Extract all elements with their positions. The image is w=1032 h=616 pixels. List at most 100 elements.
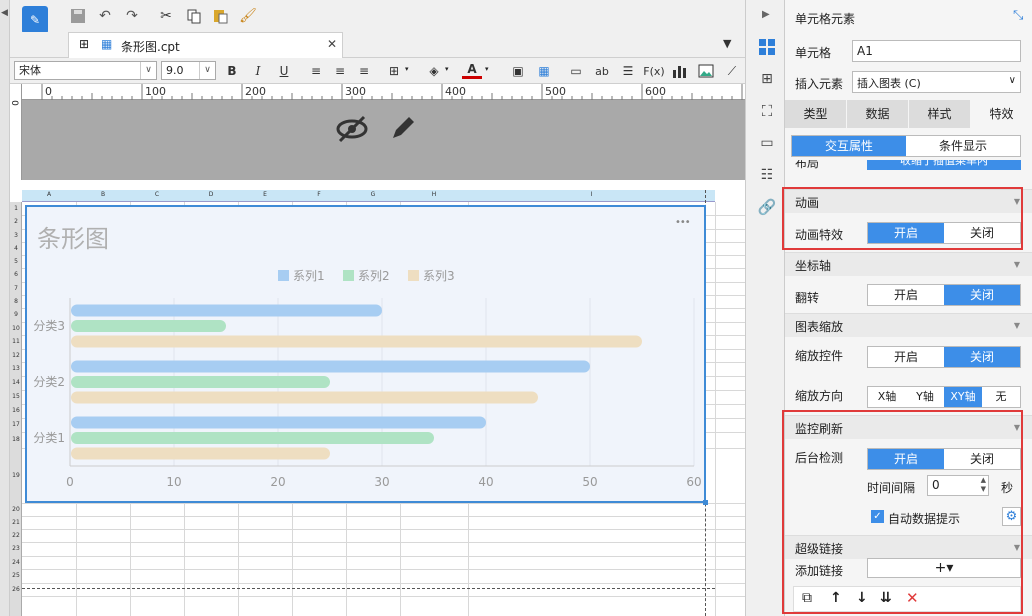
row-label[interactable]: 19 xyxy=(10,472,22,479)
column-label[interactable]: C xyxy=(130,191,184,198)
style-icon[interactable]: ☷ xyxy=(756,164,778,186)
zoom-dir-x[interactable]: X轴 xyxy=(868,387,906,407)
row-label[interactable]: 22 xyxy=(10,532,22,539)
fill-color-icon[interactable]: ◈ xyxy=(424,61,444,81)
row-label[interactable]: 9 xyxy=(10,311,22,318)
column-label[interactable]: E xyxy=(238,191,292,198)
layout-option[interactable]: 收缩于插值菜单内 xyxy=(867,160,1021,170)
underline-icon[interactable]: U xyxy=(274,61,294,81)
row-label[interactable]: 14 xyxy=(10,379,22,386)
column-label[interactable]: B xyxy=(76,191,130,198)
bar-chart[interactable]: 条形图 ••• 系列1 系列2 系列3 0 10 20 30 40 50 60 分类1 分类2 分类3 xyxy=(25,205,706,503)
row-label[interactable]: 20 xyxy=(10,506,22,513)
tab-data[interactable]: 数据 xyxy=(847,100,909,128)
row-label[interactable]: 17 xyxy=(10,421,22,428)
zoom-off-button[interactable]: 关闭 xyxy=(944,347,1020,367)
subtab-interaction[interactable]: 交互属性 xyxy=(792,136,906,156)
insert-row-icon[interactable]: ▭ xyxy=(566,61,586,81)
tab-type[interactable]: 类型 xyxy=(785,100,847,128)
row-label[interactable]: 8 xyxy=(10,298,22,305)
copy-icon[interactable] xyxy=(184,6,204,26)
frame-icon[interactable]: ⛶ xyxy=(756,100,778,122)
slash-icon[interactable]: ⟋ xyxy=(722,61,742,81)
chart-icon[interactable] xyxy=(670,61,690,81)
row-label[interactable]: 6 xyxy=(10,271,22,278)
font-name-select[interactable]: 宋体 ∨ xyxy=(14,61,157,80)
cut-icon[interactable]: ✂ xyxy=(156,6,176,26)
zoom-on-button[interactable]: 开启 xyxy=(868,347,944,367)
row-label[interactable]: 11 xyxy=(10,338,22,345)
fill-dropdown-icon[interactable]: ▾ xyxy=(445,65,449,73)
column-label[interactable]: D xyxy=(184,191,238,198)
save-icon[interactable] xyxy=(68,6,88,26)
section-axis[interactable]: 坐标轴 ▼ xyxy=(785,252,1032,276)
italic-icon[interactable]: I xyxy=(248,61,268,81)
zoom-dir-xy[interactable]: XY轴 xyxy=(944,387,982,407)
tab-style[interactable]: 样式 xyxy=(909,100,971,128)
zoom-dir-y[interactable]: Y轴 xyxy=(906,387,944,407)
row-label[interactable]: 21 xyxy=(10,519,22,526)
align-right-icon[interactable]: ≡ xyxy=(354,61,374,81)
row-label[interactable]: 23 xyxy=(10,545,22,552)
border-dropdown-icon[interactable]: ▾ xyxy=(405,65,409,73)
formula-icon[interactable]: F(x) xyxy=(643,61,664,81)
column-label[interactable]: F xyxy=(292,191,346,198)
section-zoom[interactable]: 图表缩放 ▼ xyxy=(785,313,1032,337)
row-label[interactable]: 1 xyxy=(10,205,22,212)
column-label[interactable]: I xyxy=(468,191,715,198)
row-label[interactable]: 3 xyxy=(10,232,22,239)
image-icon[interactable] xyxy=(696,61,716,81)
align-center-icon[interactable]: ≡ xyxy=(330,61,350,81)
row-label[interactable]: 24 xyxy=(10,559,22,566)
hide-eye-icon[interactable] xyxy=(332,112,372,146)
format-painter-icon[interactable]: 🖌 xyxy=(238,6,258,26)
edit-pencil-icon[interactable] xyxy=(382,112,422,146)
column-label[interactable]: G xyxy=(346,191,400,198)
row-label[interactable]: 15 xyxy=(10,393,22,400)
insert-element-select[interactable]: 插入图表 (C) ∨ xyxy=(852,71,1021,93)
row-label[interactable]: 18 xyxy=(10,436,22,443)
expand-right-icon[interactable]: ▶ xyxy=(762,9,770,20)
left-collapse-strip[interactable]: ◀ xyxy=(0,0,10,616)
border-icon[interactable]: ⊞ xyxy=(384,61,404,81)
zoom-dir-none[interactable]: 无 xyxy=(982,387,1020,407)
subtab-condition[interactable]: 条件显示 xyxy=(906,136,1020,156)
row-label[interactable]: 12 xyxy=(10,352,22,359)
collapse-left-icon[interactable]: ◀ xyxy=(1,8,8,18)
tab-menu-icon[interactable]: ▼ xyxy=(723,37,731,50)
row-label[interactable]: 5 xyxy=(10,258,22,265)
link-icon[interactable]: 🔗 xyxy=(756,196,778,218)
font-color-icon[interactable]: A xyxy=(462,61,482,79)
text-icon[interactable]: ab xyxy=(592,61,612,81)
column-label[interactable]: H xyxy=(400,191,468,198)
font-size-select[interactable]: 9.0 ∨ xyxy=(161,61,216,80)
widget-icon[interactable]: ▭ xyxy=(756,132,778,154)
font-color-dropdown-icon[interactable]: ▾ xyxy=(485,65,489,73)
panel-pin-icon[interactable]: ⤡ xyxy=(1013,8,1023,23)
cell-attribute-icon[interactable]: ⊞ xyxy=(756,68,778,90)
undo-icon[interactable]: ↶ xyxy=(95,6,115,26)
bold-icon[interactable]: B xyxy=(222,61,242,81)
row-label[interactable]: 2 xyxy=(10,218,22,225)
redo-icon[interactable]: ↷ xyxy=(122,6,142,26)
resize-handle[interactable] xyxy=(703,500,708,505)
flip-on-button[interactable]: 开启 xyxy=(868,285,944,305)
tab-effect[interactable]: 特效 xyxy=(971,100,1032,128)
table-icon[interactable]: ▦ xyxy=(534,61,554,81)
row-label[interactable]: 13 xyxy=(10,365,22,372)
close-tab-icon[interactable]: ✕ xyxy=(327,37,337,51)
cell-element-icon[interactable] xyxy=(756,36,778,58)
template-logo-icon[interactable]: ✎ xyxy=(22,6,48,34)
row-label[interactable]: 10 xyxy=(10,325,22,332)
align-left-icon[interactable]: ≡ xyxy=(306,61,326,81)
cell-field[interactable]: A1 xyxy=(852,40,1021,62)
column-label[interactable]: A xyxy=(22,191,76,198)
row-label[interactable]: 26 xyxy=(10,586,22,593)
row-label[interactable]: 7 xyxy=(10,285,22,292)
file-tab[interactable]: ⊞ ▦ 条形图.cpt ✕ xyxy=(68,32,343,58)
merge-cells-icon[interactable]: ▣ xyxy=(508,61,528,81)
row-label[interactable]: 4 xyxy=(10,245,22,252)
row-label[interactable]: 16 xyxy=(10,407,22,414)
flip-off-button[interactable]: 关闭 xyxy=(944,285,1020,305)
row-label[interactable]: 25 xyxy=(10,572,22,579)
